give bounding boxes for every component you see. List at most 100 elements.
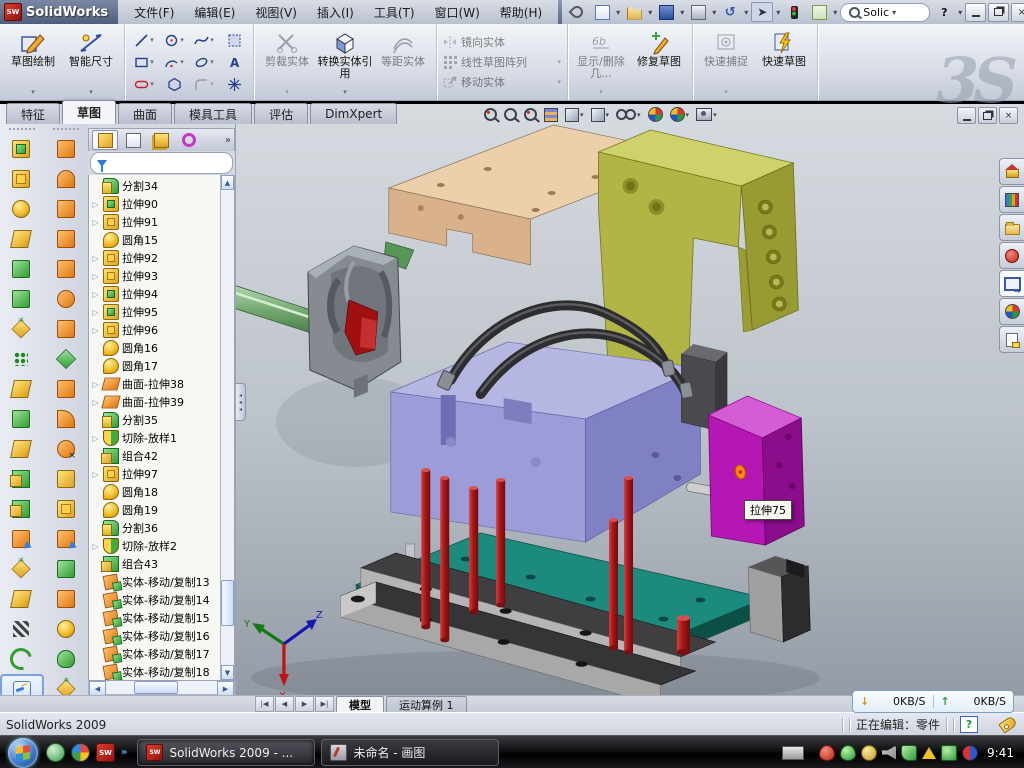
tree-filter-box[interactable] (90, 152, 233, 174)
extend-surface-icon[interactable] (45, 644, 87, 674)
doc-minimize-button[interactable] (957, 107, 976, 124)
reference-point-icon[interactable] (0, 554, 42, 584)
tree-item[interactable]: 分割35 (91, 411, 234, 429)
text-tool-icon[interactable]: A (219, 51, 249, 73)
scroll-left-icon[interactable]: ◀ (89, 681, 106, 696)
next-tab-icon[interactable]: ▶ (295, 696, 314, 712)
search-box[interactable]: Solic ▾ (840, 3, 930, 22)
file-explorer-tab[interactable] (999, 214, 1024, 241)
custom-properties-tab[interactable] (999, 326, 1024, 353)
tag-icon[interactable] (998, 715, 1017, 733)
solidworks-launcher-icon[interactable]: SW (96, 743, 115, 762)
tree-item[interactable]: 圆角15 (91, 231, 234, 249)
insert-mold-folder-icon[interactable] (45, 554, 87, 584)
split-icon[interactable] (0, 464, 42, 494)
model-canvas[interactable]: Y Z X (236, 104, 1024, 695)
media-app-icon[interactable] (71, 743, 90, 762)
spline-tool-icon[interactable]: ▾ (189, 29, 219, 51)
rebuild-icon[interactable] (783, 2, 805, 22)
view-settings-icon[interactable]: ▾ (670, 107, 690, 122)
tree-item[interactable]: 组合42 (91, 447, 234, 465)
expand-arrow-icon[interactable] (91, 218, 100, 227)
ruled-surface-icon[interactable] (45, 584, 87, 614)
shell-icon[interactable] (0, 434, 42, 464)
tree-item[interactable]: 曲面-拉伸38 (91, 375, 234, 393)
ellipse-tool-icon[interactable]: ▾ (189, 51, 219, 73)
panel-splitter-handle[interactable]: ◂◂◂ (236, 383, 246, 421)
display-style-icon[interactable]: ▾ (591, 108, 610, 122)
sketch-fillet-icon[interactable]: ▾ (189, 73, 219, 95)
minimize-button[interactable] (965, 3, 986, 22)
slot-tool-icon[interactable]: ▾ (129, 73, 159, 95)
appearances-tab[interactable] (999, 298, 1024, 325)
ribbon-tab[interactable]: 草图 (62, 100, 116, 124)
undo-button[interactable]: ↺ (719, 2, 741, 22)
menu-item[interactable]: 编辑(E) (184, 0, 245, 24)
menu-item[interactable]: 帮助(H) (490, 0, 552, 24)
elbow-surface-icon[interactable] (45, 404, 87, 434)
tree-item[interactable]: 分割34 (91, 177, 234, 195)
reference-axis-icon[interactable] (0, 614, 42, 644)
extruded-boss-icon[interactable] (0, 134, 42, 164)
display-delete-relations-button[interactable]: 6b 显示/删除几... ▾ (572, 26, 630, 99)
swept-boss-icon[interactable] (0, 224, 42, 254)
scroll-right-icon[interactable]: ▶ (217, 681, 234, 696)
tree-item[interactable]: 实体-移动/复制13 (91, 573, 234, 591)
graphics-viewport[interactable]: Y Z X ▾ ▾ ▾ ▾ ▾ (236, 104, 1024, 695)
propertymanager-tab[interactable] (120, 130, 146, 150)
arc-tool-icon[interactable]: ▾ (159, 51, 189, 73)
keyboard-icon[interactable] (782, 746, 804, 760)
tree-item[interactable]: 拉伸91 (91, 213, 234, 231)
tree-horizontal-scrollbar[interactable]: ◀ ▶ (88, 681, 235, 695)
expand-arrow-icon[interactable] (91, 398, 100, 407)
rapid-sketch-button[interactable]: 快速草图 (755, 26, 813, 99)
print-button[interactable] (687, 2, 709, 22)
restore-button[interactable] (988, 3, 1009, 22)
view-orientation-icon[interactable]: ▾ (565, 108, 584, 122)
prev-tab-icon[interactable]: ◀ (275, 696, 294, 712)
move-copy-body-icon[interactable] (0, 524, 42, 554)
net-speed-widget[interactable]: ↓ 0KB/S ↑ 0KB/S (852, 690, 1014, 713)
rectangle-tool-icon[interactable]: ▾ (129, 51, 159, 73)
apply-scene-icon[interactable] (648, 107, 663, 122)
tree-item[interactable]: 拉伸95 (91, 303, 234, 321)
pattern-icon[interactable] (0, 344, 42, 374)
zoom-to-area-icon[interactable] (504, 108, 517, 121)
tree-item[interactable]: 实体-移动/复制16 (91, 627, 234, 645)
trim-entities-button[interactable]: 剪裁实体 ▾ (258, 26, 316, 99)
tree-item[interactable]: 拉伸94 (91, 285, 234, 303)
tree-item[interactable]: 实体-移动/复制15 (91, 609, 234, 627)
ribbon-tab[interactable]: 模具工具 (174, 103, 252, 124)
lofted-boss-icon[interactable] (0, 254, 42, 284)
expand-arrow-icon[interactable] (91, 290, 100, 299)
model-tab[interactable]: 模型 (336, 696, 384, 713)
ribbon-tab[interactable]: 曲面 (118, 103, 172, 124)
tree-item[interactable]: 圆角17 (91, 357, 234, 375)
planar-surface-icon[interactable] (45, 314, 87, 344)
scale-icon[interactable] (45, 344, 87, 374)
view-palette-tab[interactable] (999, 270, 1024, 297)
tree-item[interactable]: 切除-放样1 (91, 429, 234, 447)
network-warning-icon[interactable] (922, 747, 936, 759)
zoom-to-fit-icon[interactable] (484, 108, 497, 121)
design-library-tab[interactable] (999, 186, 1024, 213)
polygon-tool-icon[interactable] (159, 73, 189, 95)
boundary-boss-icon[interactable] (0, 284, 42, 314)
select-region-icon[interactable] (219, 29, 249, 51)
box-feature-icon[interactable] (45, 464, 87, 494)
tree-item[interactable]: 圆角19 (91, 501, 234, 519)
wrap-icon[interactable] (0, 314, 42, 344)
line-tool-icon[interactable]: ▾ (129, 29, 159, 51)
linear-pattern-button[interactable]: 线性草图阵列 ▾ (441, 53, 563, 71)
helix-icon[interactable] (0, 644, 42, 674)
expand-arrow-icon[interactable] (91, 308, 100, 317)
phone-icon[interactable] (901, 745, 917, 761)
previous-view-icon[interactable] (524, 108, 537, 121)
extruded-cut-icon[interactable] (0, 164, 42, 194)
expand-arrow-icon[interactable] (91, 200, 100, 209)
scroll-thumb[interactable] (221, 580, 234, 626)
reference-plane-icon[interactable] (0, 584, 42, 614)
expand-arrow-icon[interactable] (91, 326, 100, 335)
scroll-up-icon[interactable]: ▲ (221, 175, 234, 190)
expand-arrow-icon[interactable] (91, 542, 100, 551)
